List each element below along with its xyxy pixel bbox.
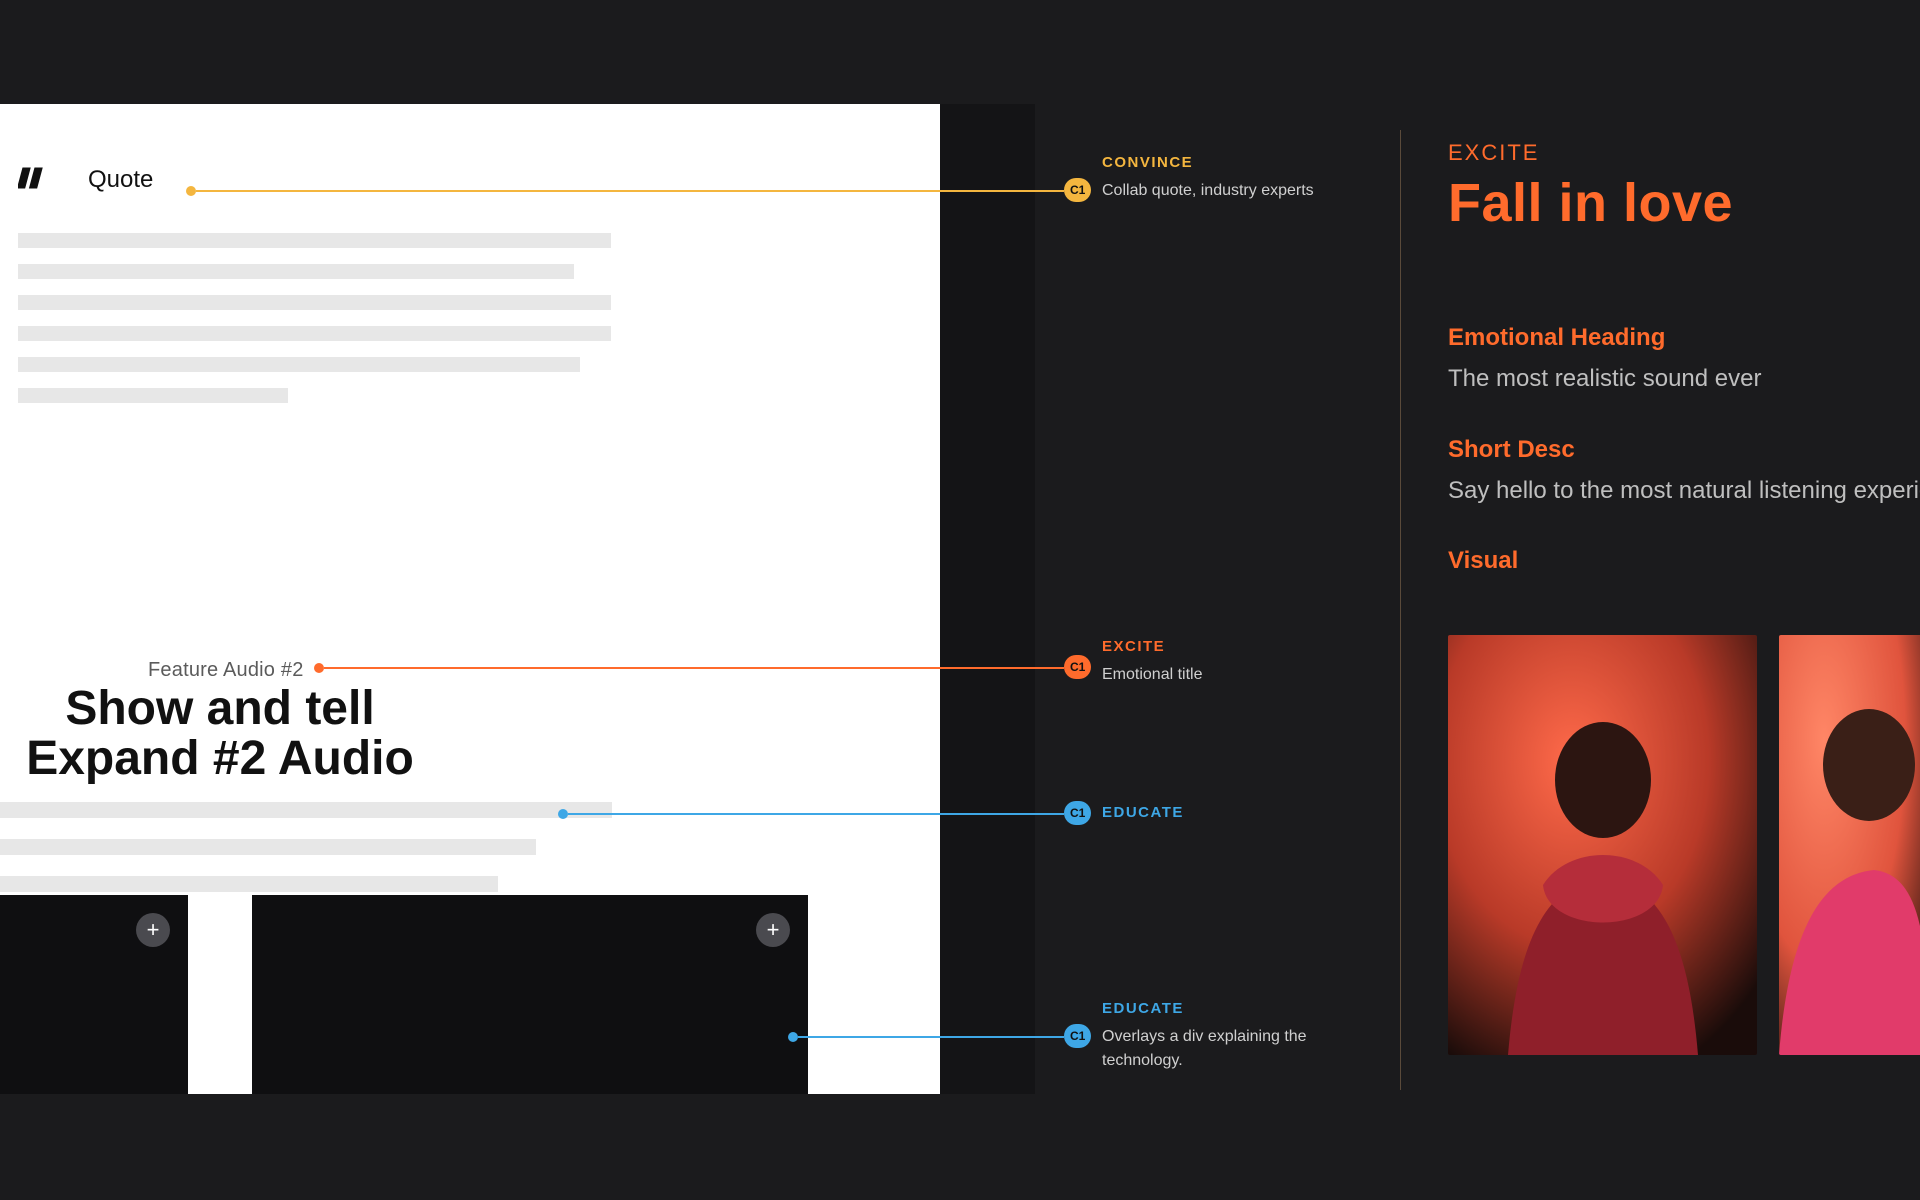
annotation-tag: EDUCATE: [1102, 804, 1184, 821]
annotation-tag: CONVINCE: [1102, 152, 1342, 175]
annotation-desc: Overlays a div explaining the technology…: [1102, 1028, 1307, 1069]
detail-title: Fall in love: [1448, 172, 1920, 234]
placeholder-bar: [18, 264, 574, 279]
annotation-badge-text: C1: [1070, 1029, 1085, 1043]
annotation-text: EXCITE Emotional title: [1102, 636, 1342, 687]
placeholder-bar: [18, 295, 611, 310]
photo-placeholder-icon: [1448, 635, 1757, 1055]
detail-block-label: Short Desc: [1448, 436, 1920, 464]
annotation-badge-text: C1: [1070, 183, 1085, 197]
annotation-badge: C1: [1064, 178, 1091, 202]
media-tile: +: [252, 895, 808, 1094]
annotation-text: EDUCATE Overlays a div explaining the te…: [1102, 998, 1312, 1073]
visual-thumbnail[interactable]: [1448, 635, 1757, 1055]
annotation-badge: C1: [1064, 801, 1091, 825]
detail-block-emotional-heading: Emotional Heading The most realistic sou…: [1448, 324, 1920, 396]
placeholder-bar: [18, 357, 580, 372]
photo-placeholder-icon: [1779, 635, 1920, 1055]
annotation-line: [324, 667, 1064, 669]
placeholder-bar: [0, 876, 498, 892]
detail-block-short-desc: Short Desc Say hello to the most natural…: [1448, 436, 1920, 508]
detail-visuals-row: [1448, 635, 1920, 1055]
placeholder-bar: [18, 388, 288, 403]
annotation-line: [798, 1036, 1064, 1038]
placeholder-bar: [18, 233, 611, 248]
annotation-badge-text: C1: [1070, 660, 1085, 674]
placeholder-bar: [18, 326, 611, 341]
quote-label: Quote: [88, 166, 153, 194]
annotation-line: [196, 190, 1064, 192]
feature-eyebrow: Feature Audio #2: [148, 659, 304, 682]
feature-heading: Show and tell Expand #2 Audio: [20, 684, 420, 785]
detail-block-label: Emotional Heading: [1448, 324, 1920, 352]
annotation-dot: [314, 663, 324, 673]
wireframe-gutter: [940, 104, 1035, 1094]
annotation-text: CONVINCE Collab quote, industry experts: [1102, 152, 1342, 203]
detail-eyebrow: EXCITE: [1448, 140, 1920, 166]
annotation-line: [568, 813, 1064, 815]
detail-block-label: Visual: [1448, 547, 1920, 575]
annotation-desc: Collab quote, industry experts: [1102, 182, 1314, 199]
panel-divider: [1400, 130, 1401, 1090]
placeholder-bar: [0, 839, 536, 855]
annotation-dot: [186, 186, 196, 196]
placeholder-bar: [0, 802, 612, 818]
wireframe-canvas: Quote Feature Audio #2 Show and tell Exp…: [0, 104, 940, 1094]
expand-button[interactable]: +: [136, 913, 170, 947]
annotation-tag: EDUCATE: [1102, 998, 1312, 1021]
annotation-dot: [558, 809, 568, 819]
detail-block-value: Say hello to the most natural listening …: [1448, 474, 1920, 508]
annotation-desc: Emotional title: [1102, 666, 1203, 683]
annotation-badge-text: C1: [1070, 806, 1085, 820]
detail-panel: EXCITE Fall in love Emotional Heading Th…: [1448, 140, 1920, 1055]
quote-section-header: Quote: [18, 166, 153, 194]
detail-block-value: The most realistic sound ever: [1448, 362, 1920, 396]
annotation-tag: EXCITE: [1102, 636, 1342, 659]
detail-block-visual: Visual: [1448, 547, 1920, 575]
media-tile: +: [0, 895, 188, 1094]
annotation-badge: C1: [1064, 655, 1091, 679]
annotation-badge: C1: [1064, 1024, 1091, 1048]
expand-button[interactable]: +: [756, 913, 790, 947]
annotation-dot: [788, 1032, 798, 1042]
visual-thumbnail[interactable]: [1779, 635, 1920, 1055]
annotation-text: EDUCATE: [1102, 801, 1342, 825]
quote-icon: [18, 167, 48, 194]
